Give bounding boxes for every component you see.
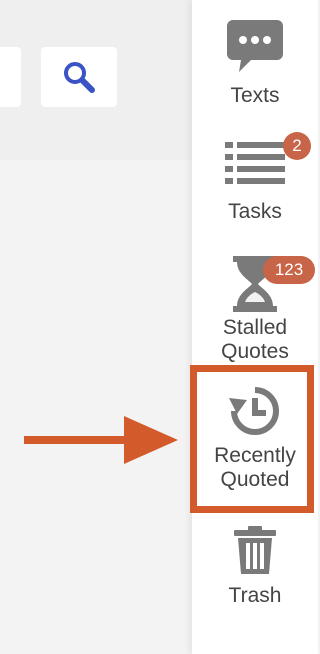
- main-content: [0, 0, 192, 654]
- sidebar-item-label: Texts: [230, 84, 280, 107]
- stalled-quotes-count-badge: 123: [263, 256, 315, 284]
- toolbar: [0, 0, 192, 160]
- search-button[interactable]: [41, 47, 117, 107]
- annotation-arrow: [24, 416, 178, 464]
- annotation-highlight-box: [190, 365, 314, 513]
- chat-bubble-icon: [227, 20, 283, 72]
- sidebar-item-stalled-quotes[interactable]: 123 Stalled Quotes: [192, 256, 318, 364]
- sidebar-item-trash[interactable]: Trash: [192, 526, 318, 608]
- sidebar-item-label: Tasks: [228, 200, 282, 223]
- sidebar-item-label: Stalled Quotes: [221, 316, 289, 363]
- sidebar: Texts 2 Tasks 123 Stalled Quotes Recentl…: [192, 0, 318, 654]
- sidebar-item-tasks[interactable]: 2 Tasks: [192, 132, 318, 224]
- sidebar-item-texts[interactable]: Texts: [192, 20, 318, 108]
- search-icon: [64, 62, 95, 93]
- search-field[interactable]: [0, 47, 21, 107]
- tasks-count-badge: 2: [283, 132, 311, 160]
- list-icon: [225, 142, 285, 184]
- trash-icon: [234, 526, 276, 574]
- sidebar-item-label: Trash: [228, 584, 282, 607]
